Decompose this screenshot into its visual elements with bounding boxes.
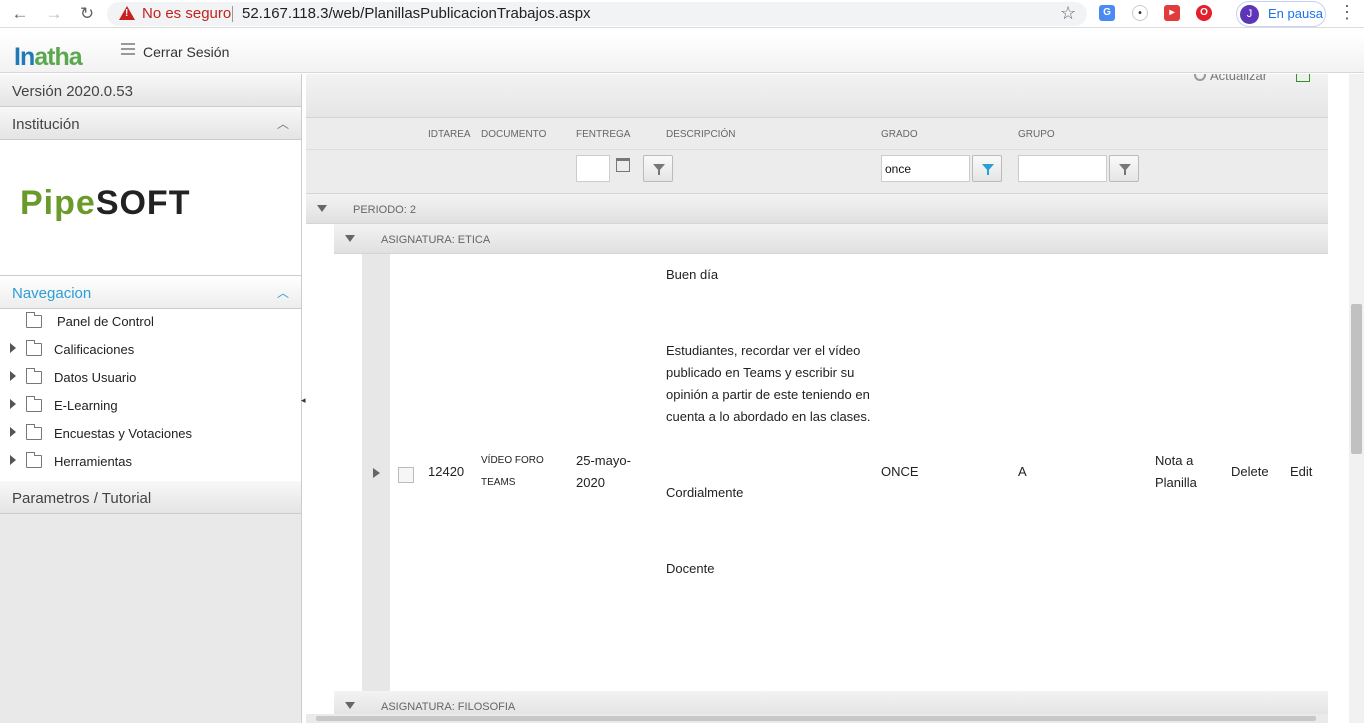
browser-menu-icon[interactable]: ⋮ bbox=[1338, 2, 1356, 23]
cell-idtarea: 12420 bbox=[428, 464, 465, 479]
document-image-icon[interactable] bbox=[398, 467, 414, 483]
expand-arrow-icon[interactable] bbox=[10, 427, 16, 437]
address-bar[interactable]: ! No es seguro 52.167.118.3/web/Planilla… bbox=[107, 2, 1087, 26]
nav-item-herramientas[interactable]: Herramientas bbox=[0, 449, 301, 477]
group-row-periodo[interactable]: PERIODO: 2 bbox=[306, 194, 1328, 224]
extension-icon[interactable]: • bbox=[1132, 5, 1148, 21]
column-header-documento[interactable]: DOCUMENTO bbox=[481, 129, 546, 140]
reload-icon[interactable]: ↻ bbox=[77, 4, 97, 24]
security-label[interactable]: No es seguro bbox=[142, 5, 231, 22]
translate-extension-icon[interactable]: G bbox=[1099, 5, 1115, 21]
cell-fentrega: 25-mayo- 2020 bbox=[576, 453, 631, 490]
column-header-idtarea[interactable]: IDTAREA bbox=[428, 129, 471, 140]
column-header-grupo[interactable]: GRUPO bbox=[1018, 129, 1055, 140]
cell-descripcion: Buen día Estudiantes, recordar ver el ví… bbox=[666, 267, 871, 576]
app-header: Inatha Cerrar Sesión bbox=[0, 33, 1364, 73]
institution-panel: PipeSOFT bbox=[0, 140, 301, 276]
grid-header-row: IDTAREA DOCUMENTO FENTREGA DESCRIPCIÓN G… bbox=[306, 118, 1328, 150]
collapse-arrow-icon[interactable] bbox=[345, 702, 355, 709]
chevron-up-icon[interactable]: ︿ bbox=[277, 115, 289, 132]
nav-item-datos-usuario[interactable]: Datos Usuario bbox=[0, 365, 301, 393]
app-logo[interactable]: Inatha bbox=[14, 43, 83, 72]
cell-grupo: A bbox=[1018, 464, 1027, 479]
params-tutorial-header[interactable]: Parametros / Tutorial bbox=[0, 481, 301, 514]
fentrega-filter-button[interactable] bbox=[643, 155, 673, 182]
group-row-asignatura-etica[interactable]: ASIGNATURA: ETICA bbox=[334, 224, 1328, 254]
refresh-icon bbox=[1194, 74, 1206, 81]
folder-icon bbox=[26, 312, 42, 328]
collapse-arrow-icon[interactable] bbox=[317, 205, 327, 212]
folder-icon bbox=[26, 340, 42, 356]
expand-arrow-icon[interactable] bbox=[10, 399, 16, 409]
nav-item-calificaciones[interactable]: Calificaciones bbox=[0, 337, 301, 365]
navigation-header[interactable]: Navegacion ︿ bbox=[0, 276, 301, 309]
nav-item-e-learning[interactable]: E-Learning bbox=[0, 393, 301, 421]
column-header-fentrega[interactable]: FENTREGA bbox=[576, 129, 630, 140]
profile-button[interactable]: J En pausa bbox=[1236, 1, 1326, 27]
logout-link[interactable]: Cerrar Sesión bbox=[143, 44, 229, 60]
folder-icon bbox=[26, 452, 42, 468]
media-extension-icon[interactable]: ▸ bbox=[1164, 5, 1180, 21]
profile-status: En pausa bbox=[1268, 6, 1323, 21]
table-row[interactable]: 12420 VÍDEO FORO TEAMS 25-mayo- 2020 Bue… bbox=[362, 254, 1328, 691]
cell-documento: VÍDEO FORO TEAMS bbox=[481, 455, 544, 488]
column-header-grado[interactable]: GRADO bbox=[881, 129, 918, 140]
delete-link[interactable]: Delete bbox=[1231, 461, 1269, 483]
expand-row-icon[interactable] bbox=[373, 468, 380, 478]
nav-item-panel-control[interactable]: Panel de Control bbox=[0, 309, 301, 337]
version-label: Versión 2020.0.53 bbox=[0, 74, 301, 107]
sidebar: Versión 2020.0.53 Institución ︿ PipeSOFT… bbox=[0, 74, 302, 723]
grid-filter-row bbox=[306, 150, 1328, 194]
bookmark-star-icon[interactable]: ☆ bbox=[1060, 3, 1076, 24]
grado-filter-button[interactable] bbox=[972, 155, 1002, 182]
column-header-descripcion[interactable]: DESCRIPCIÓN bbox=[666, 129, 735, 140]
fentrega-filter-input[interactable] bbox=[576, 155, 610, 182]
chevron-up-icon[interactable]: ︿ bbox=[277, 284, 289, 301]
expand-arrow-icon[interactable] bbox=[10, 455, 16, 465]
avatar: J bbox=[1240, 5, 1259, 24]
navigation-tree: Panel de Control Calificaciones Datos Us… bbox=[0, 309, 301, 481]
horizontal-scrollbar[interactable] bbox=[306, 714, 1328, 723]
back-icon[interactable]: ← bbox=[10, 4, 30, 24]
calendar-icon[interactable] bbox=[616, 158, 630, 172]
opera-extension-icon[interactable]: O bbox=[1196, 5, 1212, 21]
grade-to-sheet-link[interactable]: Nota a Planilla bbox=[1155, 450, 1197, 494]
browser-toolbar: ← → ↻ ! No es seguro 52.167.118.3/web/Pl… bbox=[0, 0, 1364, 28]
nav-item-encuestas[interactable]: Encuestas y Votaciones bbox=[0, 421, 301, 449]
filter-icon bbox=[653, 164, 665, 175]
forward-icon[interactable]: → bbox=[44, 4, 64, 24]
institution-logo: PipeSOFT bbox=[20, 184, 191, 222]
institution-header[interactable]: Institución ︿ bbox=[0, 107, 301, 140]
grado-filter-input[interactable] bbox=[881, 155, 970, 182]
folder-icon bbox=[26, 424, 42, 440]
grupo-filter-input[interactable] bbox=[1018, 155, 1107, 182]
edit-link[interactable]: Edit bbox=[1290, 461, 1312, 483]
export-excel-icon[interactable] bbox=[1296, 74, 1310, 82]
vertical-scrollbar[interactable] bbox=[1349, 74, 1364, 723]
expand-arrow-icon[interactable] bbox=[10, 371, 16, 381]
refresh-button[interactable]: Actualizar bbox=[1194, 74, 1267, 83]
cell-grado: ONCE bbox=[881, 464, 919, 479]
url-text[interactable]: 52.167.118.3/web/PlanillasPublicacionTra… bbox=[242, 5, 591, 22]
filter-active-icon bbox=[982, 164, 994, 175]
folder-icon bbox=[26, 368, 42, 384]
hamburger-menu-icon[interactable] bbox=[121, 43, 135, 58]
main-content: Actualizar IDTAREA DOCUMENTO FENTREGA DE… bbox=[306, 74, 1328, 723]
collapse-arrow-icon[interactable] bbox=[345, 235, 355, 242]
expand-arrow-icon[interactable] bbox=[10, 343, 16, 353]
grid-toolbar: Actualizar bbox=[306, 74, 1328, 118]
grupo-filter-button[interactable] bbox=[1109, 155, 1139, 182]
folder-icon bbox=[26, 396, 42, 412]
filter-icon bbox=[1119, 164, 1131, 175]
